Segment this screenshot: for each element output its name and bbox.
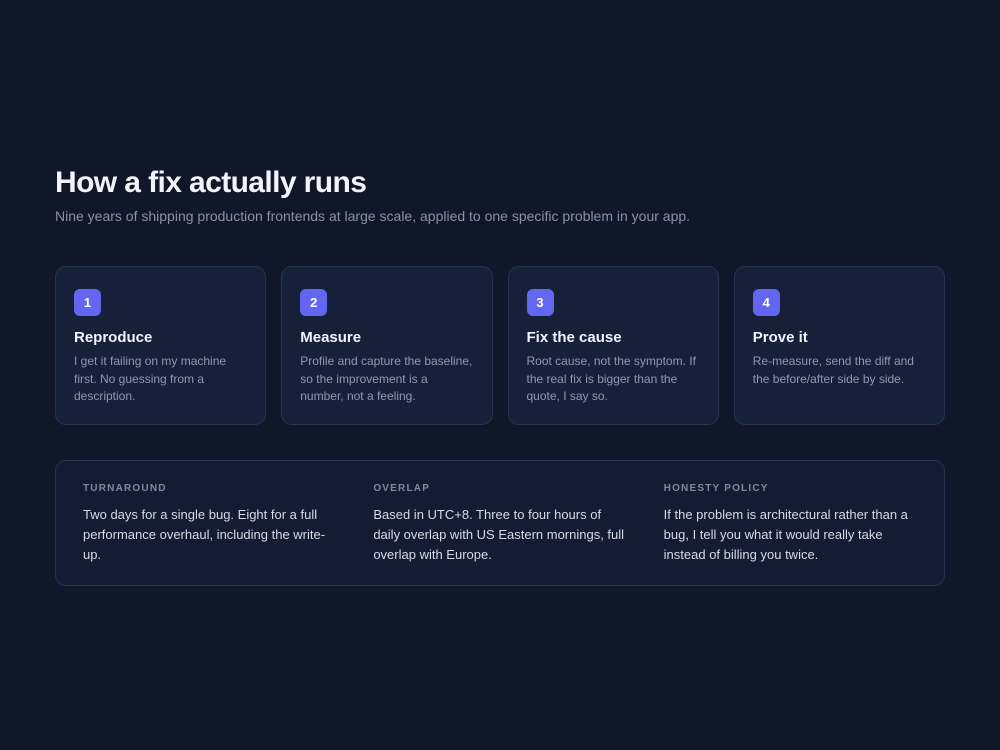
info-panel: TURNAROUND Two days for a single bug. Ei… [55,460,945,586]
info-label: OVERLAP [373,483,431,494]
page-subtitle: Nine years of shipping production fronte… [55,208,691,224]
process-section: How a fix actually runs Nine years of sh… [55,165,945,586]
page-title: How a fix actually runs [55,166,367,199]
step-title: Measure [300,329,362,346]
step-description: Re-measure, send the diff and the before… [752,354,914,386]
info-label: HONESTY POLICY [663,483,769,494]
info-turnaround: TURNAROUND Two days for a single bug. Ei… [83,483,336,585]
info-overlap: OVERLAP Based in UTC+8. Three to four ho… [373,483,626,585]
step-card-fix-the-cause: 3 Fix the cause Root cause, not the symp… [507,266,719,425]
step-description: Root cause, not the symptom. If the real… [526,354,696,403]
step-card-reproduce: 1 Reproduce I get it failing on my machi… [55,266,267,425]
step-card-measure: 2 Measure Profile and capture the baseli… [281,266,493,425]
step-title: Prove it [752,329,808,346]
info-label: TURNAROUND [83,483,167,494]
step-number-badge: 2 [300,289,328,316]
info-text: Two days for a single bug. Eight for a f… [83,507,326,562]
step-description: Profile and capture the baseline, so the… [300,354,473,403]
step-number-badge: 4 [752,289,780,316]
step-number-badge: 1 [74,289,101,316]
steps-row: 1 Reproduce I get it failing on my machi… [55,266,945,425]
step-description: I get it failing on my machine first. No… [74,354,227,403]
info-text: Based in UTC+8. Three to four hours of d… [373,507,625,562]
step-title: Reproduce [74,329,153,346]
step-number-badge: 3 [526,289,554,316]
info-honesty-policy: HONESTY POLICY If the problem is archite… [664,483,917,585]
step-card-prove-it: 4 Prove it Re-measure, send the diff and… [733,266,945,425]
info-text: If the problem is architectural rather t… [663,507,908,562]
step-title: Fix the cause [526,329,622,346]
